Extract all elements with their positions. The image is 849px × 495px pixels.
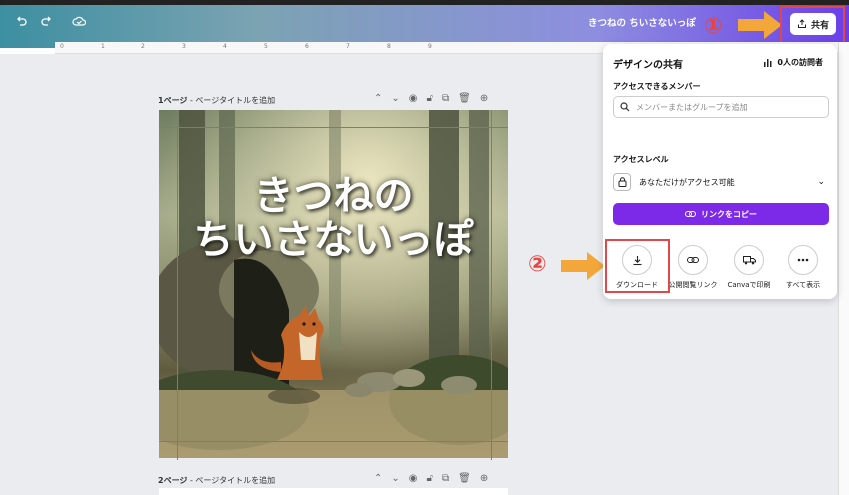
copy-link-button[interactable]: リンクをコピー bbox=[613, 203, 829, 225]
undo-icon[interactable] bbox=[10, 10, 32, 32]
chevron-down-icon: ⌄ bbox=[817, 177, 825, 187]
guide-line bbox=[159, 441, 508, 442]
hide-icon[interactable]: ◉ bbox=[409, 93, 418, 104]
page-2-canvas[interactable] bbox=[159, 488, 508, 495]
access-level-label: アクセスレベル bbox=[613, 155, 669, 164]
duplicate-icon[interactable]: ⧉ bbox=[442, 93, 449, 104]
page-2-tools: ⌃ ⌄ ◉ 🔓︎ ⧉ 🗑︎ ⊕ bbox=[374, 473, 488, 484]
member-search-field[interactable] bbox=[613, 96, 829, 118]
ruler-tick: 7 bbox=[346, 43, 350, 50]
page-number: 1ページ bbox=[158, 96, 188, 105]
add-page-icon[interactable]: ⊕ bbox=[480, 473, 488, 484]
ruler-tick: 3 bbox=[182, 43, 186, 50]
ruler-tick: 6 bbox=[305, 43, 309, 50]
share-panel-title: デザインの共有 bbox=[613, 60, 683, 71]
lock-icon bbox=[613, 173, 631, 191]
page-title-placeholder[interactable]: ページタイトルを追加 bbox=[195, 96, 275, 105]
visitor-count[interactable]: 0人の訪問者 bbox=[763, 57, 823, 68]
ruler-tick: 1 bbox=[101, 43, 105, 50]
access-level-value: あなただけがアクセス可能 bbox=[639, 177, 735, 187]
lock-icon[interactable]: 🔓︎ bbox=[427, 93, 433, 104]
page-1-label: 1ページ - ページタイトルを追加 bbox=[158, 96, 276, 105]
bar-chart-icon bbox=[764, 59, 772, 67]
annotation-arrow-1 bbox=[738, 11, 782, 39]
page-1-tools: ⌃ ⌄ ◉ 🔓︎ ⧉ 🗑︎ ⊕ bbox=[374, 93, 488, 104]
highlight-share-button bbox=[780, 6, 845, 44]
chevron-up-icon[interactable]: ⌃ bbox=[374, 93, 382, 104]
page-1-artwork[interactable]: きつねの ちいさないっぽ bbox=[159, 110, 508, 458]
artwork-title-line-1: きつねの bbox=[253, 173, 414, 219]
page-number: 2ページ bbox=[158, 476, 188, 485]
visitor-count-label: 0人の訪問者 bbox=[777, 58, 823, 67]
link-icon bbox=[685, 211, 696, 217]
members-label: アクセスできるメンバー bbox=[613, 82, 701, 91]
add-page-icon[interactable]: ⊕ bbox=[480, 93, 488, 104]
search-icon bbox=[620, 102, 630, 112]
member-search-input[interactable] bbox=[636, 102, 816, 112]
more-icon bbox=[788, 245, 818, 275]
chevron-down-icon[interactable]: ⌄ bbox=[391, 473, 399, 484]
link-icon bbox=[678, 245, 708, 275]
guide-line bbox=[159, 127, 508, 128]
guide-line bbox=[491, 110, 492, 460]
artwork-title[interactable]: きつねの ちいさないっぽ bbox=[159, 174, 508, 262]
forest-illustration bbox=[159, 110, 508, 458]
ruler-tick: 2 bbox=[141, 43, 145, 50]
print-with-canva-action[interactable]: Canvaで印刷 bbox=[721, 245, 777, 290]
redo-icon[interactable] bbox=[36, 10, 58, 32]
annotation-number-1: ① bbox=[704, 14, 723, 39]
ruler-tick: 5 bbox=[264, 43, 268, 50]
ruler-tick: 4 bbox=[223, 43, 227, 50]
public-view-link-label: 公開閲覧リンク bbox=[668, 281, 718, 289]
highlight-download-button bbox=[605, 239, 670, 293]
page-title-placeholder[interactable]: ページタイトルを追加 bbox=[195, 476, 275, 485]
vertical-scrollbar[interactable] bbox=[838, 42, 849, 495]
duplicate-icon[interactable]: ⧉ bbox=[442, 473, 449, 484]
chevron-up-icon[interactable]: ⌃ bbox=[374, 473, 382, 484]
annotation-number-2: ② bbox=[528, 252, 547, 277]
access-level-select[interactable]: あなただけがアクセス可能 ⌄ bbox=[613, 172, 829, 192]
hide-icon[interactable]: ◉ bbox=[409, 473, 418, 484]
print-with-canva-label: Canvaで印刷 bbox=[727, 281, 771, 289]
page-2-label: 2ページ - ページタイトルを追加 bbox=[158, 476, 276, 485]
artwork-title-line-2: ちいさないっぽ bbox=[193, 217, 474, 263]
ruler-tick: 9 bbox=[428, 43, 432, 50]
lock-icon[interactable]: 🔓︎ bbox=[427, 473, 433, 484]
see-all-label: すべて表示 bbox=[785, 281, 821, 289]
ruler-tick: 0 bbox=[60, 43, 64, 50]
document-title[interactable]: きつねの ちいさないっぽ bbox=[588, 15, 696, 29]
trash-icon[interactable]: 🗑︎ bbox=[458, 93, 471, 104]
see-all-action[interactable]: すべて表示 bbox=[775, 245, 831, 290]
ruler-tick: 8 bbox=[387, 43, 391, 50]
public-view-link-action[interactable]: 公開閲覧リンク bbox=[665, 245, 721, 290]
copy-link-label: リンクをコピー bbox=[701, 209, 757, 219]
truck-icon bbox=[734, 245, 764, 275]
chevron-down-icon[interactable]: ⌄ bbox=[391, 93, 399, 104]
annotation-arrow-2 bbox=[561, 252, 605, 280]
guide-line bbox=[177, 110, 178, 460]
trash-icon[interactable]: 🗑︎ bbox=[458, 473, 471, 484]
cloud-saved-icon[interactable] bbox=[68, 10, 90, 32]
